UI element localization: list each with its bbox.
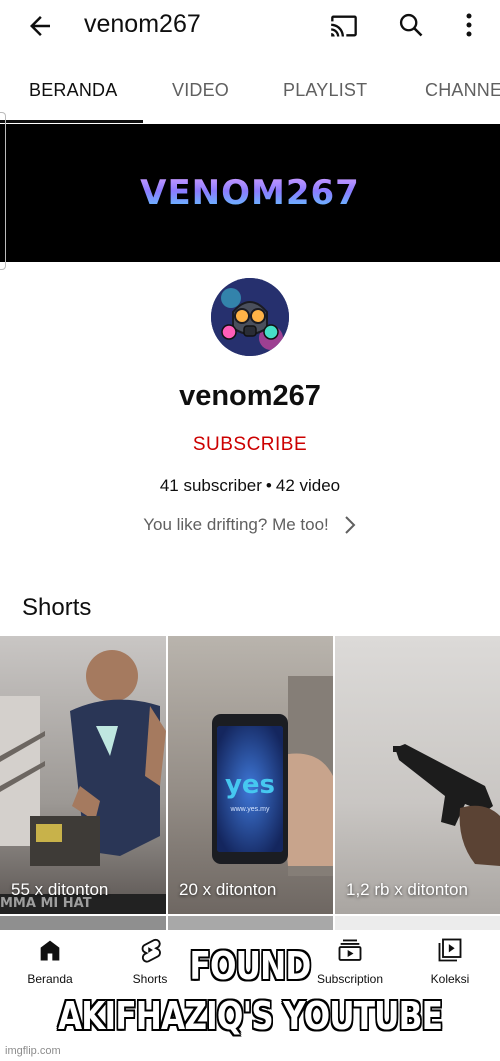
short-thumbnail-row2[interactable]: [335, 916, 500, 930]
active-tab-indicator: [0, 120, 143, 123]
top-app-bar: venom267: [0, 0, 500, 52]
subscribe-button[interactable]: SUBSCRIBE: [0, 434, 500, 456]
search-icon[interactable]: [392, 6, 430, 44]
phone-screen-brand: yes: [224, 770, 276, 800]
scroll-edge-indicator: [0, 112, 6, 270]
channel-name: venom267: [179, 380, 321, 412]
watermark: imgflip.com: [5, 1045, 61, 1057]
channel-stats: 41 subscriber • 42 video: [0, 476, 500, 496]
short-thumbnail[interactable]: 1,2 rb x ditonton: [335, 636, 500, 914]
shorts-section-title: Shorts: [22, 594, 92, 621]
cast-icon[interactable]: [324, 8, 364, 44]
channel-banner: VENOM267: [0, 124, 500, 262]
short-view-count: 55 x ditonton: [11, 880, 109, 899]
short-thumbnail[interactable]: yes www.yes.my 20 x ditonton: [168, 636, 333, 914]
short-thumbnail[interactable]: MMA MI HAT 55 x ditonton: [0, 636, 166, 914]
phone-screen-url: www.yes.my: [230, 806, 270, 813]
short-thumbnail-row2[interactable]: [0, 916, 166, 930]
channel-description-row[interactable]: You like drifting? Me too!: [0, 515, 500, 535]
stats-separator: •: [265, 476, 272, 495]
subscriber-count: 41 subscriber: [159, 476, 262, 495]
channel-description: You like drifting? Me too!: [143, 515, 329, 534]
chevron-right-icon: [345, 516, 356, 534]
video-count: 42 video: [275, 476, 341, 495]
channel-tabs: BERANDA VIDEO PLAYLIST CHANNE: [0, 52, 500, 124]
back-arrow-icon[interactable]: [22, 8, 58, 44]
channel-title: venom267: [84, 10, 201, 38]
channel-avatar[interactable]: [211, 278, 289, 356]
tab-beranda[interactable]: BERANDA: [29, 80, 117, 101]
short-view-count: 1,2 rb x ditonton: [346, 880, 468, 899]
tab-playlist[interactable]: PLAYLIST: [283, 80, 367, 101]
banner-logo-text: VENOM267: [140, 173, 360, 213]
short-thumbnail-image-3: [393, 744, 500, 866]
more-vert-icon[interactable]: [452, 6, 486, 44]
tab-video[interactable]: VIDEO: [172, 80, 229, 101]
meme-caption-line2: AKIFHAZIQ'S YOUTUBE: [57, 994, 443, 1038]
tab-channels[interactable]: CHANNE: [425, 80, 500, 101]
short-view-count: 20 x ditonton: [179, 880, 277, 899]
short-thumbnail-row2[interactable]: [168, 916, 333, 930]
short-thumbnail-image-1: [0, 650, 166, 914]
meme-caption-line1: FOUND: [189, 944, 312, 988]
